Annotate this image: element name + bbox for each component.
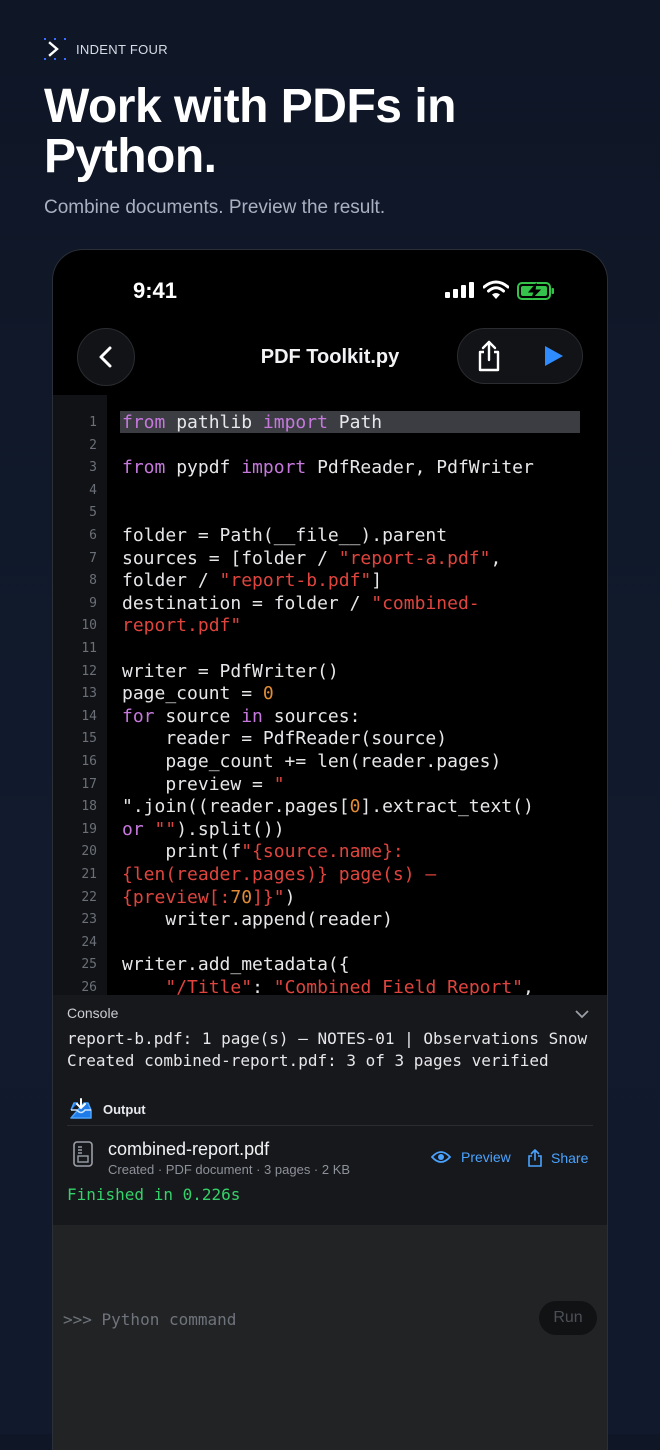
output-share-button[interactable]: Share [527, 1149, 588, 1167]
line-number: 1 [89, 415, 97, 430]
code-line: report.pdf" [122, 615, 242, 637]
cellular-signal-icon [445, 282, 474, 298]
battery-charging-icon [517, 282, 554, 300]
finished-status: Finished in 0.226s [67, 1185, 241, 1204]
code-line: from pypdf import PdfReader, PdfWriter [122, 457, 534, 479]
output-file-meta: Created · PDF document · 3 pages · 2 KB [108, 1162, 351, 1177]
run-button[interactable] [532, 335, 574, 377]
output-label: Output [103, 1101, 146, 1117]
code-line: page_count = 0 [122, 683, 274, 705]
divider [67, 1125, 593, 1126]
command-area: >>> Python command Run [53, 1225, 607, 1450]
brand-name: INDENT FOUR [76, 41, 168, 57]
share-button[interactable] [468, 335, 510, 377]
output-file-name[interactable]: combined-report.pdf [108, 1139, 269, 1160]
chevron-down-icon[interactable] [575, 1009, 589, 1019]
line-number: 5 [89, 505, 97, 521]
console-log-line: Created combined-report.pdf: 3 of 3 page… [67, 1051, 549, 1070]
line-number: 22 [81, 889, 97, 905]
prompt-chevron-icon [44, 38, 66, 60]
code-line: {len(reader.pages)} page(s) — [122, 864, 437, 885]
line-number: 15 [81, 731, 97, 747]
console-title: Console [67, 1005, 119, 1021]
line-number: 9 [89, 595, 97, 611]
code-line: print(f"{source.name}: [122, 841, 404, 863]
line-number: 20 [81, 844, 97, 860]
code-line: writer.append(reader) [122, 909, 393, 931]
code-line: from pathlib import Path [122, 412, 383, 433]
line-number: 13 [81, 686, 97, 702]
code-line: preview = " [122, 773, 285, 795]
code-line: sources = [folder / "report-a.pdf", [122, 547, 502, 569]
line-number: 19 [81, 821, 97, 837]
line-number: 16 [81, 754, 97, 769]
share-icon [528, 1149, 542, 1167]
code-line: destination = folder / "combined- [122, 592, 480, 614]
code-line: writer.add_metadata({ [122, 954, 350, 976]
subhead: Combine documents. Preview the result. [44, 197, 386, 218]
run-command-button[interactable]: Run [539, 1301, 597, 1335]
code-line: folder = Path(__file__).parent [122, 525, 448, 546]
line-number: 18 [81, 799, 97, 815]
eye-icon [431, 1151, 451, 1163]
console-panel: Console report-b.pdf: 1 page(s) — NOTES-… [53, 995, 607, 1225]
action-group [457, 328, 583, 384]
line-number: 7 [89, 550, 97, 566]
line-number-gutter: 1 2 3 4 5 6 7 8 9 10 11 12 13 14 15 16 17 18 19 20 21 22 23 24 2… [53, 395, 107, 995]
share-icon [478, 340, 500, 372]
code-line: "/Title": "Combined Field Report", [165, 977, 534, 995]
line-number: 17 [81, 776, 97, 792]
line-number: 10 [81, 618, 97, 634]
status-time: 9:41 [133, 278, 178, 303]
code-line: ".join((reader.pages[0].extract_text() [122, 796, 534, 818]
code-line: or "").split()) [122, 818, 285, 840]
line-number: 8 [89, 573, 97, 589]
code-editor[interactable]: 1 2 3 4 5 6 7 8 9 10 11 12 13 14 15 16 17 18 19 20 21 22 23 24 2… [53, 395, 607, 995]
code-line: folder / "report-b.pdf"] [122, 570, 383, 592]
line-number: 24 [81, 934, 97, 950]
share-label: Share [551, 1150, 589, 1166]
console-log-line: report-b.pdf: 1 page(s) — NOTES-01 | Obs… [67, 1029, 588, 1048]
status-bar: 9:41 [53, 250, 607, 330]
line-number: 21 [81, 867, 97, 882]
python-command-input[interactable]: >>> Python command [63, 1310, 236, 1329]
line-number: 23 [81, 912, 97, 928]
brand: INDENT FOUR [44, 38, 168, 60]
output-header: Output [69, 1098, 146, 1120]
preview-label: Preview [461, 1149, 511, 1165]
toolbar: PDF Toolkit.py [53, 328, 607, 388]
headline: Work with PDFs in Python. [44, 80, 456, 183]
tray-download-icon [70, 1098, 92, 1119]
phone-screen: 9:41 PDF Toolkit.py 1 2 3 4 5 6 7 8 9 10… [53, 250, 607, 1450]
code-line: page_count += len(reader.pages) [122, 751, 502, 772]
line-number: 2 [89, 437, 97, 453]
code-line: writer = PdfWriter() [122, 660, 339, 682]
line-number: 25 [81, 957, 97, 973]
line-number: 14 [81, 708, 97, 724]
line-number: 11 [81, 641, 97, 656]
play-icon [545, 346, 563, 366]
code-line: {preview[:70]}") [122, 886, 296, 908]
wifi-icon [483, 280, 509, 299]
line-number: 4 [89, 482, 97, 498]
code-line: reader = PdfReader(source) [122, 728, 448, 750]
line-number: 26 [81, 980, 97, 995]
document-icon [73, 1141, 93, 1167]
line-number: 12 [81, 663, 97, 679]
code-line: for source in sources: [122, 705, 361, 727]
line-number: 3 [89, 460, 97, 476]
line-number: 6 [89, 528, 97, 543]
preview-button[interactable]: Preview [431, 1149, 511, 1165]
